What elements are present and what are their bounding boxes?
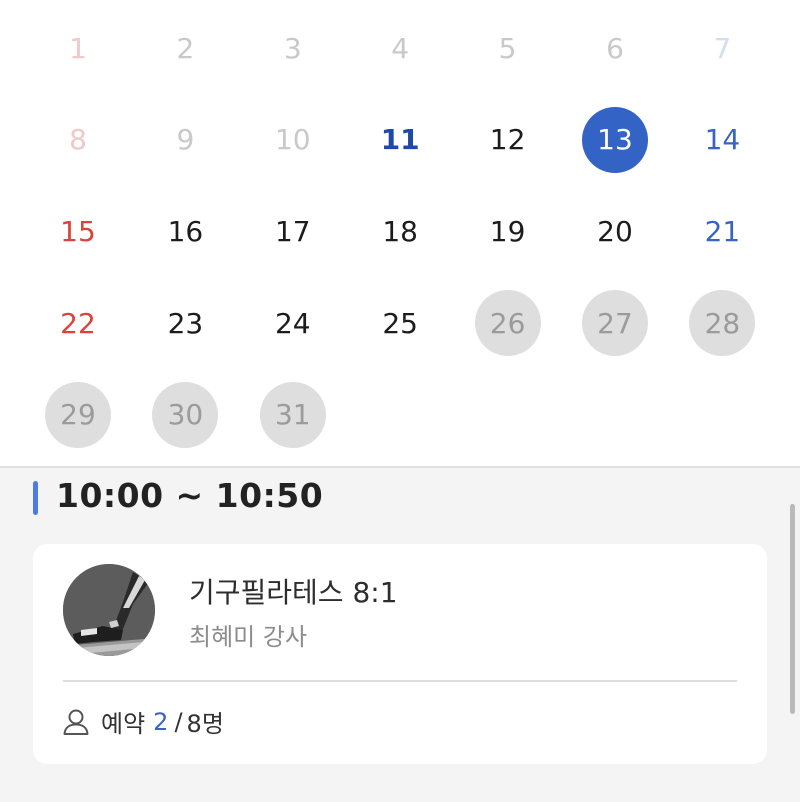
time-slot-title: 10:00 ~ 10:50: [56, 476, 324, 515]
calendar-day[interactable]: 12: [475, 107, 541, 173]
calendar-grid: 1 2 3 4 5 6 7 8 9 10 11 12 13 14 15 16 17 18 19 20 21 22 23 24 2…: [24, 0, 776, 462]
booking-separator: /: [174, 707, 183, 736]
time-accent-bar: [33, 481, 38, 515]
calendar-day[interactable]: 19: [475, 198, 541, 264]
calendar-day[interactable]: 21: [689, 198, 755, 264]
calendar-day[interactable]: 15: [45, 198, 111, 264]
calendar-day[interactable]: 24: [260, 290, 326, 356]
calendar-day[interactable]: 7: [689, 15, 755, 81]
person-icon: [63, 709, 89, 735]
calendar-day[interactable]: 8: [45, 107, 111, 173]
booking-status: 예약 2 / 8명: [61, 704, 224, 739]
calendar-day[interactable]: 10: [260, 107, 326, 173]
instructor-name: 최혜미 강사: [189, 623, 308, 651]
calendar-day[interactable]: 26: [474, 290, 541, 357]
card-divider: [63, 680, 737, 682]
calendar-day[interactable]: 14: [689, 107, 755, 173]
calendar-day[interactable]: 16: [152, 198, 218, 264]
calendar-day[interactable]: 11: [367, 107, 433, 173]
booked-count: 2: [153, 707, 169, 736]
calendar-day[interactable]: 17: [260, 198, 326, 264]
calendar-day[interactable]: 18: [367, 198, 433, 264]
calendar-day[interactable]: 29: [45, 381, 111, 448]
class-card[interactable]: 기구필라테스 8:1 최혜미 강사 예약 2 / 8명: [33, 544, 767, 764]
schedule-panel: 10:00 ~ 10:50 기구필라테스 8:1 최혜미 강사 예약 2 / 8…: [0, 466, 800, 802]
scrollbar[interactable]: [790, 504, 795, 714]
calendar-day[interactable]: 3: [260, 15, 326, 81]
calendar-day[interactable]: 31: [259, 381, 326, 448]
calendar-day[interactable]: 1: [45, 15, 111, 81]
class-title: 기구필라테스 8:1: [189, 576, 398, 609]
calendar-day[interactable]: 6: [582, 15, 648, 81]
calendar-day[interactable]: 30: [152, 381, 219, 448]
booking-label: 예약: [101, 710, 146, 738]
calendar-day[interactable]: 28: [689, 290, 756, 357]
calendar-day[interactable]: 23: [152, 290, 218, 356]
calendar-day[interactable]: 22: [45, 290, 111, 356]
calendar-day[interactable]: 9: [152, 107, 218, 173]
calendar-day[interactable]: 20: [582, 198, 648, 264]
calendar-day[interactable]: 25: [367, 290, 433, 356]
capacity: 8명: [186, 710, 224, 738]
calendar-day[interactable]: 27: [582, 290, 648, 357]
calendar-day[interactable]: 13: [582, 106, 648, 173]
calendar-day[interactable]: 4: [367, 15, 433, 81]
calendar-day[interactable]: 5: [475, 15, 541, 81]
class-thumbnail: [63, 564, 155, 656]
calendar-day[interactable]: 2: [152, 15, 218, 81]
